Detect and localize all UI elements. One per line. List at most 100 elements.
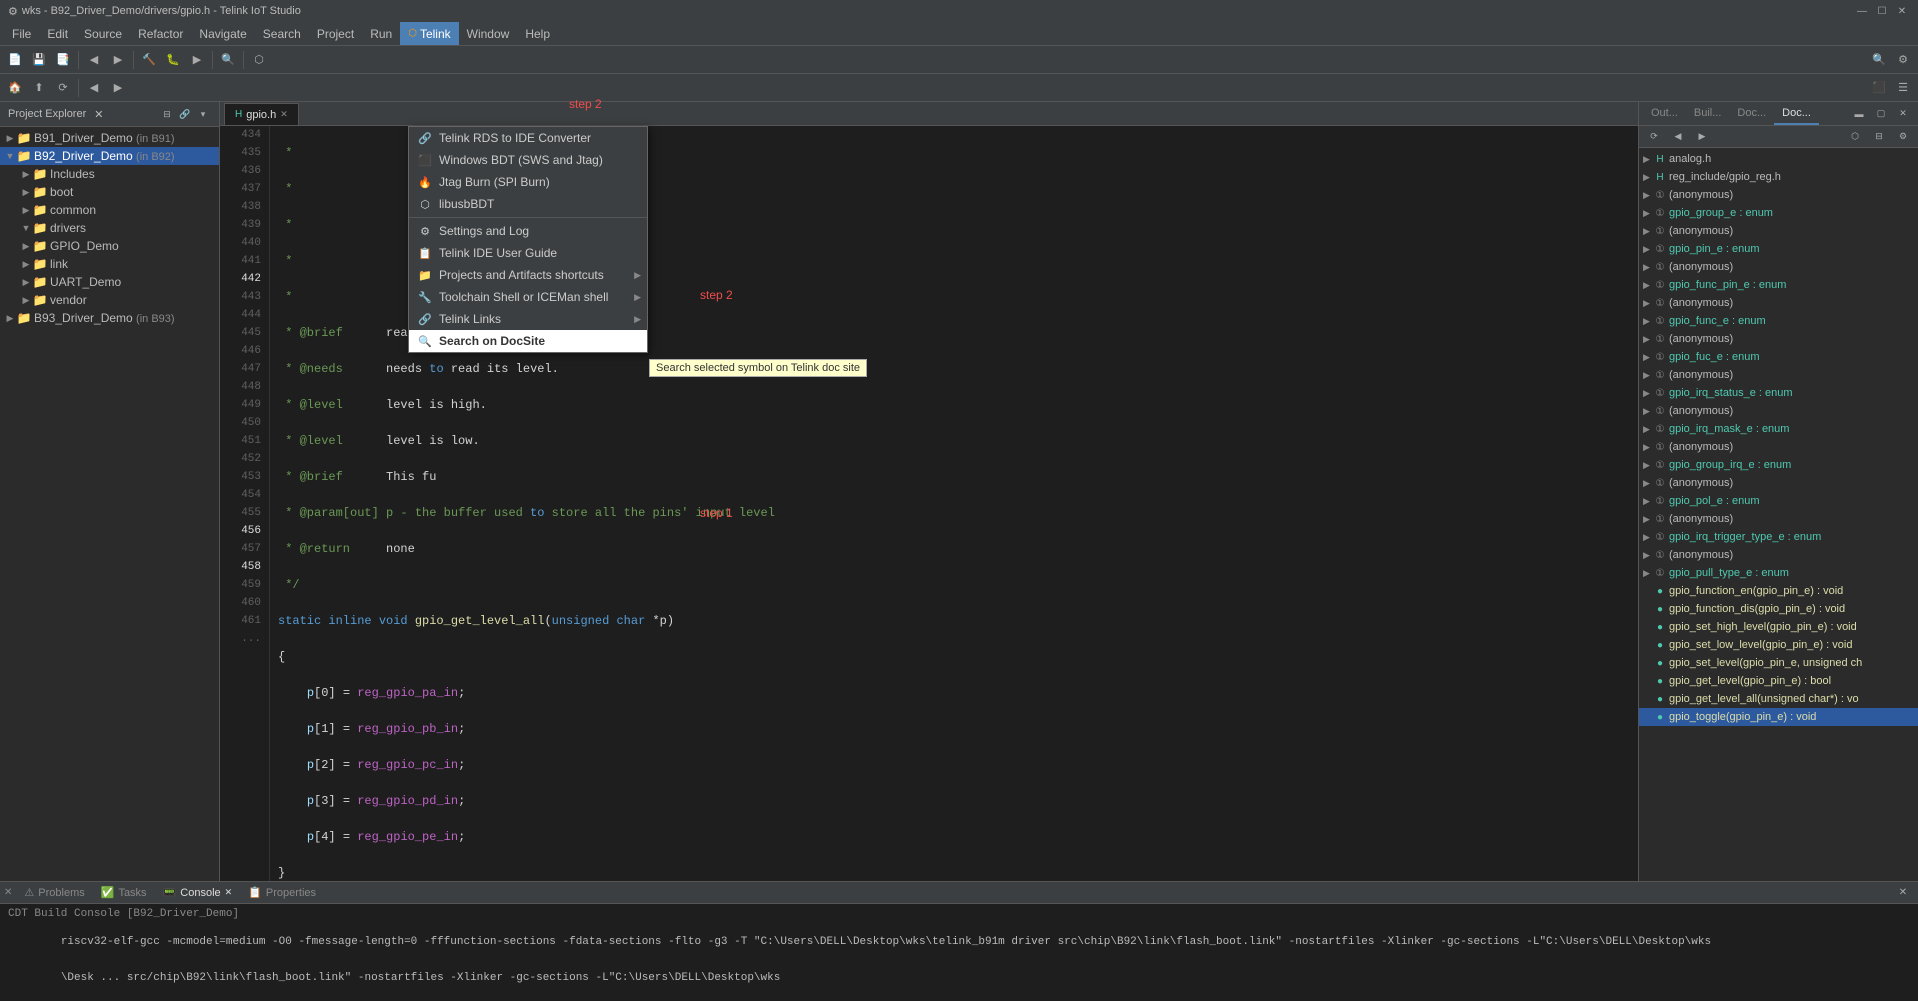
tree-common[interactable]: ▶ 📁 common <box>0 201 219 219</box>
debug-button[interactable]: 🐛 <box>162 49 184 71</box>
close-button[interactable]: ✕ <box>1894 3 1910 19</box>
maximize-button[interactable]: ☐ <box>1874 3 1890 19</box>
toolbar2-btn6[interactable]: ⬛ <box>1868 77 1890 99</box>
toolbar2-btn1[interactable]: 🏠 <box>4 77 26 99</box>
right-toolbar-btn1[interactable]: ⟳ <box>1643 126 1665 148</box>
outline-func-get-level[interactable]: ● gpio_get_level(gpio_pin_e) : bool <box>1639 672 1918 690</box>
outline-anon-10[interactable]: ▶ ① (anonymous) <box>1639 510 1918 528</box>
outline-func-toggle[interactable]: ● gpio_toggle(gpio_pin_e) : void <box>1639 708 1918 726</box>
menu-file[interactable]: File <box>4 22 39 45</box>
outline-gpio-pin-e[interactable]: ▶ ① gpio_pin_e : enum <box>1639 240 1918 258</box>
tree-b93-project[interactable]: ▶ 📁 B93_Driver_Demo (in B93) <box>0 309 219 327</box>
forward-button[interactable]: ▶ <box>107 49 129 71</box>
code-editor[interactable]: 434 435 436 437 438 439 440 441 442 443 … <box>220 126 1638 881</box>
outline-func-en[interactable]: ● gpio_function_en(gpio_pin_e) : void <box>1639 582 1918 600</box>
right-tab-outline[interactable]: Out... <box>1643 103 1686 125</box>
outline-anon-11[interactable]: ▶ ① (anonymous) <box>1639 546 1918 564</box>
tab-console[interactable]: 📟 Console ✕ <box>155 884 241 901</box>
bottom-panel-close[interactable]: ✕ <box>1892 882 1914 904</box>
outline-anon-6[interactable]: ▶ ① (anonymous) <box>1639 366 1918 384</box>
toolbar2-btn5[interactable]: ▶ <box>107 77 129 99</box>
project-explorer-close[interactable]: ✕ <box>94 108 103 121</box>
outline-anon-4[interactable]: ▶ ① (anonymous) <box>1639 294 1918 312</box>
outline-gpio-func-pin-e[interactable]: ▶ ① gpio_func_pin_e : enum <box>1639 276 1918 294</box>
tree-vendor[interactable]: ▶ 📁 vendor <box>0 291 219 309</box>
toolbar2-btn7[interactable]: ☰ <box>1892 77 1914 99</box>
tree-b91-project[interactable]: ▶ 📁 B91_Driver_Demo (in B91) <box>0 129 219 147</box>
right-panel-min[interactable]: ▬ <box>1848 103 1870 125</box>
tab-properties[interactable]: 📋 Properties <box>240 884 324 901</box>
outline-gpio-irq-trigger[interactable]: ▶ ① gpio_irq_trigger_type_e : enum <box>1639 528 1918 546</box>
right-panel-max[interactable]: ▢ <box>1870 103 1892 125</box>
outline-anon-2[interactable]: ▶ ① (anonymous) <box>1639 222 1918 240</box>
tree-includes[interactable]: ▶ 📁 Includes <box>0 165 219 183</box>
outline-gpio-group-irq[interactable]: ▶ ① gpio_group_irq_e : enum <box>1639 456 1918 474</box>
menu-edit[interactable]: Edit <box>39 22 76 45</box>
outline-gpio-fuc-e[interactable]: ▶ ① gpio_fuc_e : enum <box>1639 348 1918 366</box>
menu-run[interactable]: Run <box>362 22 400 45</box>
outline-func-get-all[interactable]: ● gpio_get_level_all(unsigned char*) : v… <box>1639 690 1918 708</box>
menu-telink[interactable]: ⬡ Telink <box>400 22 458 45</box>
search-button2[interactable]: 🔍 <box>1868 49 1890 71</box>
tree-boot[interactable]: ▶ 📁 boot <box>0 183 219 201</box>
tab-gpio-h[interactable]: H gpio.h ✕ <box>224 103 299 125</box>
back-button[interactable]: ◀ <box>83 49 105 71</box>
tree-uart[interactable]: ▶ 📁 UART_Demo <box>0 273 219 291</box>
menu-window[interactable]: Window <box>459 22 518 45</box>
outline-reg-gpio[interactable]: ▶ H reg_include/gpio_reg.h <box>1639 168 1918 186</box>
menu-project[interactable]: Project <box>309 22 362 45</box>
settings-button[interactable]: ⚙ <box>1892 49 1914 71</box>
outline-gpio-pull-type[interactable]: ▶ ① gpio_pull_type_e : enum <box>1639 564 1918 582</box>
right-toolbar-btn3[interactable]: ▶ <box>1691 126 1713 148</box>
menu-refactor[interactable]: Refactor <box>130 22 191 45</box>
outline-func-high[interactable]: ● gpio_set_high_level(gpio_pin_e) : void <box>1639 618 1918 636</box>
tree-gpio-demo[interactable]: ▶ 📁 GPIO_Demo <box>0 237 219 255</box>
outline-gpio-func-e[interactable]: ▶ ① gpio_func_e : enum <box>1639 312 1918 330</box>
outline-anon-8[interactable]: ▶ ① (anonymous) <box>1639 438 1918 456</box>
outline-anon-9[interactable]: ▶ ① (anonymous) <box>1639 474 1918 492</box>
build-button[interactable]: 🔨 <box>138 49 160 71</box>
right-panel-close[interactable]: ✕ <box>1892 103 1914 125</box>
tab-problems[interactable]: ⚠ Problems <box>16 884 92 901</box>
toolbar2-btn4[interactable]: ◀ <box>83 77 105 99</box>
tree-link[interactable]: ▶ 📁 link <box>0 255 219 273</box>
tree-drivers[interactable]: ▼ 📁 drivers <box>0 219 219 237</box>
new-button[interactable]: 📄 <box>4 49 26 71</box>
console-close[interactable]: ✕ <box>225 887 233 898</box>
outline-anon-7[interactable]: ▶ ① (anonymous) <box>1639 402 1918 420</box>
outline-func-set-level[interactable]: ● gpio_set_level(gpio_pin_e, unsigned ch <box>1639 654 1918 672</box>
right-toolbar-btn4[interactable]: ⬡ <box>1844 126 1866 148</box>
right-toolbar-settings[interactable]: ⚙ <box>1892 126 1914 148</box>
collapse-all-button[interactable]: ⊟ <box>159 106 175 122</box>
minimize-button[interactable]: — <box>1854 3 1870 19</box>
menu-navigate[interactable]: Navigate <box>191 22 254 45</box>
run-button[interactable]: ▶ <box>186 49 208 71</box>
tab-tasks[interactable]: ✅ Tasks <box>93 884 155 901</box>
view-menu-button[interactable]: ▾ <box>195 106 211 122</box>
toolbar2-btn2[interactable]: ⬆ <box>28 77 50 99</box>
right-tab-doc1[interactable]: Doc... <box>1729 103 1774 125</box>
right-tab-build[interactable]: Buil... <box>1686 103 1730 125</box>
right-toolbar-btn2[interactable]: ◀ <box>1667 126 1689 148</box>
outline-gpio-pol-e[interactable]: ▶ ① gpio_pol_e : enum <box>1639 492 1918 510</box>
save-all-button[interactable]: 📑 <box>52 49 74 71</box>
link-editor-button[interactable]: 🔗 <box>177 106 193 122</box>
menu-search[interactable]: Search <box>255 22 309 45</box>
tree-b92-project[interactable]: ▼ 📁 B92_Driver_Demo (in B92) <box>0 147 219 165</box>
save-button[interactable]: 💾 <box>28 49 50 71</box>
bottom-tab-close[interactable]: ✕ <box>4 887 12 898</box>
outline-func-low[interactable]: ● gpio_set_low_level(gpio_pin_e) : void <box>1639 636 1918 654</box>
search-toolbar-button[interactable]: 🔍 <box>217 49 239 71</box>
outline-gpio-irq-mask[interactable]: ▶ ① gpio_irq_mask_e : enum <box>1639 420 1918 438</box>
outline-func-dis[interactable]: ● gpio_function_dis(gpio_pin_e) : void <box>1639 600 1918 618</box>
outline-anon-5[interactable]: ▶ ① (anonymous) <box>1639 330 1918 348</box>
menu-source[interactable]: Source <box>76 22 130 45</box>
outline-anon-1[interactable]: ▶ ① (anonymous) <box>1639 186 1918 204</box>
outline-gpio-group-e[interactable]: ▶ ① gpio_group_e : enum <box>1639 204 1918 222</box>
right-toolbar-collapse[interactable]: ⊟ <box>1868 126 1890 148</box>
outline-anon-3[interactable]: ▶ ① (anonymous) <box>1639 258 1918 276</box>
titlebar-controls[interactable]: — ☐ ✕ <box>1854 3 1910 19</box>
toolbar2-btn3[interactable]: ⟳ <box>52 77 74 99</box>
right-tab-doc2[interactable]: Doc... <box>1774 103 1819 125</box>
menu-help[interactable]: Help <box>517 22 558 45</box>
